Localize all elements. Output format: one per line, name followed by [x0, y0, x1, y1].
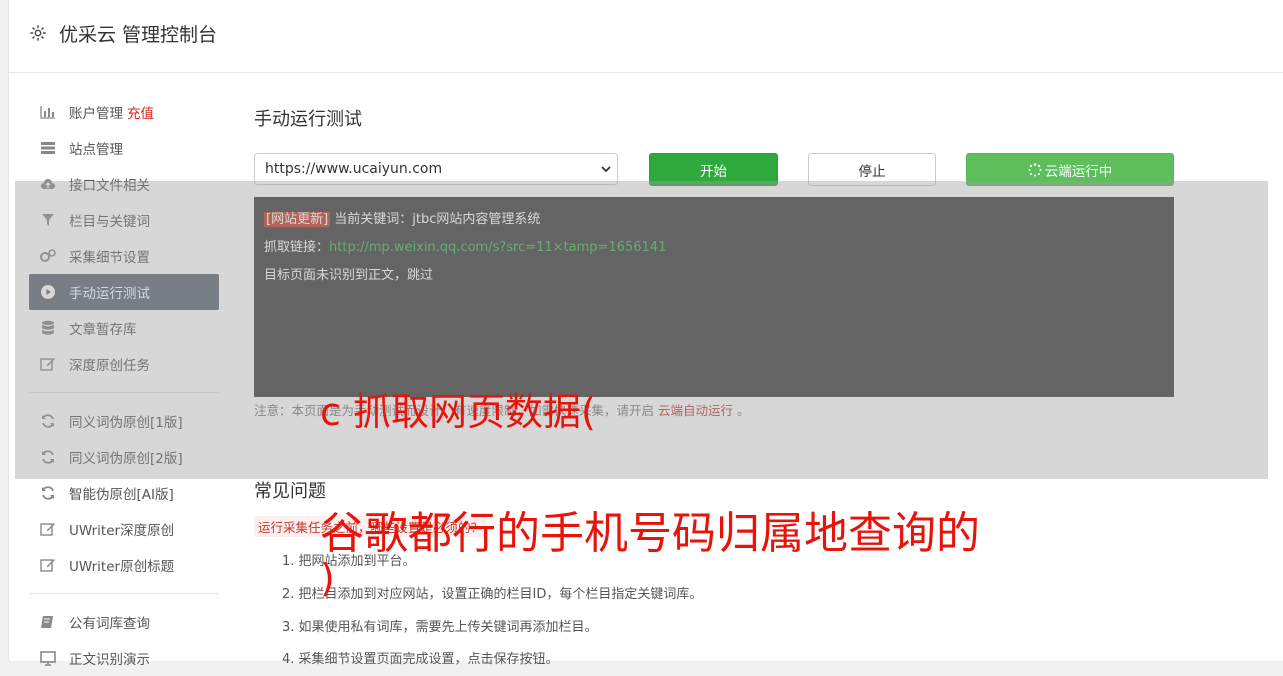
faq-answer-item: 4. 采集细节设置页面完成设置，点击保存按钮。	[282, 652, 559, 667]
site-select-value: https://www.ucaiyun.com	[265, 161, 443, 177]
sidebar-divider	[29, 593, 219, 594]
monitor-icon	[39, 649, 57, 667]
sidebar-item-label: 站点管理	[69, 142, 123, 158]
sidebar-item-account[interactable]: 账户管理 充值	[29, 94, 219, 130]
book-icon	[39, 613, 57, 631]
sidebar-item-label: 公有词库查询	[69, 616, 150, 632]
cloud-run-label: 云端运行中	[1044, 163, 1113, 180]
faq-answer-item: 2. 把栏目添加到对应网站，设置正确的栏目ID，每个栏目指定关键词库。	[282, 587, 703, 602]
sidebar-item-uwriter-deep[interactable]: UWriter深度原创	[29, 511, 219, 547]
watermark-text: c 抓取网页数据(	[320, 390, 596, 434]
edit-icon	[39, 556, 57, 574]
sidebar-item-label: 账户管理	[69, 106, 123, 122]
sidebar-item-ai-original[interactable]: 智能伪原创[AI版]	[29, 475, 219, 511]
faq-title: 常见问题	[254, 481, 326, 502]
sidebar-item-label: 智能伪原创[AI版]	[69, 487, 174, 503]
watermark-text: )	[320, 556, 335, 600]
sidebar-item-sites[interactable]: 站点管理	[29, 130, 219, 166]
watermark-text: 谷歌都行的手机号码归属地查询的	[320, 508, 980, 559]
sidebar-item-label: UWriter深度原创	[69, 523, 175, 539]
edit-icon	[39, 520, 57, 538]
sidebar-item-label: UWriter原创标题	[69, 559, 175, 575]
sidebar-item-label: 正文识别演示	[69, 652, 150, 668]
chevron-down-icon	[601, 166, 611, 173]
gray-overlay	[15, 181, 1268, 479]
bar-chart-icon	[39, 103, 57, 121]
sidebar-item-text-demo[interactable]: 正文识别演示	[29, 640, 219, 676]
gear-icon	[30, 25, 46, 41]
list-icon	[39, 139, 57, 157]
recharge-link[interactable]: 充值	[127, 102, 154, 122]
sidebar-item-public-lexicon[interactable]: 公有词库查询	[29, 604, 219, 640]
page-title: 优采云 管理控制台	[59, 24, 218, 46]
sidebar-item-uwriter-title[interactable]: UWriter原创标题	[29, 547, 219, 583]
section-title: 手动运行测试	[254, 109, 362, 130]
spinner-icon	[1028, 162, 1042, 176]
faq-answer-item: 3. 如果使用私有词库，需要先上传关键词再添加栏目。	[282, 620, 598, 635]
refresh-icon	[39, 484, 57, 502]
